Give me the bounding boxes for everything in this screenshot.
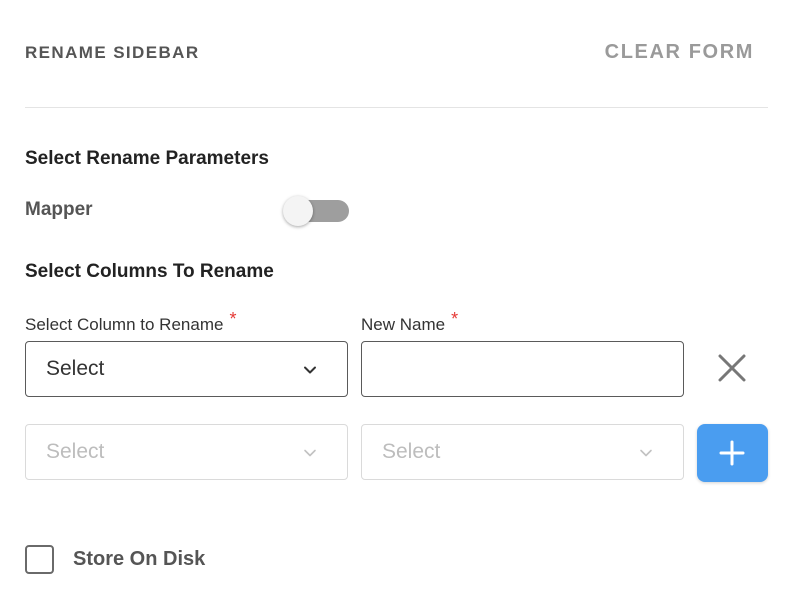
- new-name-label: New Name *: [361, 309, 458, 335]
- required-asterisk: *: [229, 309, 237, 329]
- new-name-select-disabled-value: Select: [382, 440, 441, 463]
- mapper-toggle[interactable]: [283, 196, 349, 226]
- column-select-disabled-value: Select: [46, 440, 105, 463]
- close-icon[interactable]: [714, 350, 750, 386]
- sidebar-title: RENAME SIDEBAR: [25, 43, 200, 62]
- required-asterisk: *: [451, 309, 459, 329]
- new-name-select-disabled: Select: [361, 424, 684, 480]
- mapper-label: Mapper: [25, 199, 93, 220]
- column-select[interactable]: Select: [25, 341, 348, 397]
- column-to-rename-label-text: Select Column to Rename: [25, 315, 224, 334]
- store-on-disk-checkbox[interactable]: [25, 545, 54, 574]
- mapper-toggle-thumb: [283, 196, 313, 226]
- chevron-down-icon: [304, 366, 316, 374]
- new-name-input[interactable]: [362, 342, 683, 396]
- plus-icon: [719, 440, 745, 466]
- add-row-button[interactable]: [697, 424, 768, 482]
- column-to-rename-label: Select Column to Rename *: [25, 309, 236, 335]
- chevron-down-icon: [304, 449, 316, 457]
- header-divider: [25, 107, 768, 108]
- new-name-label-text: New Name: [361, 315, 446, 334]
- columns-to-rename-heading: Select Columns To Rename: [25, 261, 274, 282]
- chevron-down-icon: [640, 449, 652, 457]
- column-select-disabled: Select: [25, 424, 348, 480]
- store-on-disk-label[interactable]: Store On Disk: [73, 548, 205, 571]
- clear-form-button[interactable]: CLEAR FORM: [605, 41, 754, 64]
- column-select-value: Select: [46, 357, 105, 380]
- new-name-input-box: [361, 341, 684, 397]
- rename-parameters-heading: Select Rename Parameters: [25, 148, 269, 169]
